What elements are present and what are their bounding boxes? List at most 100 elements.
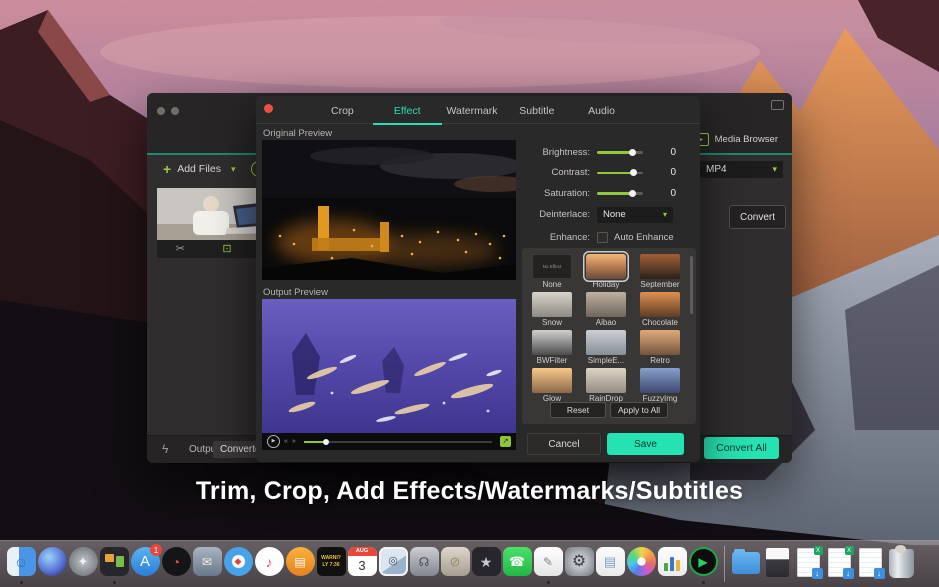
deinterlace-select[interactable]: None ▾ [597, 207, 673, 223]
downloads-folder-icon[interactable] [731, 543, 761, 585]
apply-to-all-button[interactable]: Apply to All [610, 402, 668, 418]
slider-thumb[interactable] [630, 169, 637, 176]
disk-utility-icon[interactable]: ☊ [409, 543, 439, 585]
convert-button[interactable]: Convert [729, 205, 786, 229]
effects-scrollbar[interactable] [690, 256, 693, 314]
effect-fuzzyimg[interactable]: FuzzyImg [633, 368, 687, 403]
window-controls[interactable] [157, 102, 185, 120]
tab-audio[interactable]: Audio [569, 96, 634, 124]
effect-snow[interactable]: Snow [525, 292, 579, 327]
effect-september[interactable]: September [633, 254, 687, 289]
textedit-icon[interactable]: ✎ [533, 543, 563, 585]
dock: ☺✦A1◔✉◆♪▤WARNI?LY 7:36AUG3◎☊⊘★☎✎⚙▤▶↓X↓X↓ [0, 540, 939, 587]
effect-thumbnail[interactable]: No Effect [532, 254, 572, 279]
effect-thumbnail[interactable] [532, 368, 572, 393]
mission-control-icon[interactable] [99, 543, 129, 585]
effect-thumbnail[interactable] [640, 330, 680, 355]
no-image-icon[interactable]: ⊘ [440, 543, 470, 585]
effect-glow[interactable]: Glow [525, 368, 579, 403]
siri-icon[interactable] [37, 543, 67, 585]
step-forward-icon[interactable]: » [292, 438, 296, 445]
effect-thumbnail[interactable] [586, 292, 626, 317]
spreadsheet-doc-1-icon[interactable]: ↓X [793, 543, 823, 585]
slider-value: 0 [670, 167, 696, 178]
image-capture-icon[interactable]: ◎ [378, 543, 408, 585]
effect-holiday[interactable]: Holiday [579, 254, 633, 289]
dashboard-icon[interactable]: ◔ [161, 543, 191, 585]
effect-label: BWFilter [525, 357, 579, 365]
slider[interactable] [597, 192, 643, 195]
effect-thumbnail[interactable] [640, 368, 680, 393]
effects-grid: No Effect NoneHolidaySeptember SnowAibaoCh… [525, 254, 687, 403]
warning-clock-icon[interactable]: WARNI?LY 7:36 [316, 543, 346, 585]
effect-aibao[interactable]: Aibao [579, 292, 633, 327]
tab-watermark[interactable]: Watermark [440, 96, 505, 124]
slider-row: Brightness:0 [524, 142, 696, 163]
effect-thumbnail[interactable] [532, 292, 572, 317]
window-control-dot[interactable] [157, 107, 165, 115]
play-button[interactable]: ▶ [267, 435, 280, 448]
slider-thumb[interactable] [629, 190, 636, 197]
auto-enhance-checkbox[interactable] [597, 232, 608, 243]
launchpad-icon[interactable]: ✦ [68, 543, 98, 585]
tab-effect[interactable]: Effect [375, 96, 440, 124]
document-stack-icon[interactable] [762, 543, 792, 585]
effect-raindrop[interactable]: RainDrop [579, 368, 633, 403]
imovie-icon[interactable]: ★ [471, 543, 501, 585]
effect-thumbnail[interactable] [586, 254, 626, 279]
itunes-icon[interactable]: ♪ [254, 543, 284, 585]
photos-icon[interactable] [626, 543, 656, 585]
add-files-button[interactable]: + Add Files ▾ [163, 162, 236, 176]
marketing-caption: Trim, Crop, Add Effects/Watermarks/Subti… [0, 477, 939, 506]
media-browser-button[interactable]: ▶ Media Browser [693, 133, 778, 146]
chart-app-icon[interactable] [657, 543, 687, 585]
effect-thumbnail[interactable] [640, 254, 680, 279]
crop-icon[interactable]: ⊡ [222, 244, 231, 255]
system-preferences-icon[interactable]: ⚙ [564, 543, 594, 585]
safari-icon[interactable]: ◆ [223, 543, 253, 585]
facetime-icon[interactable]: ☎ [502, 543, 532, 585]
effect-simplee[interactable]: SimpleE... [579, 330, 633, 365]
output-preview-label: Output Preview [263, 287, 328, 298]
effect-retro[interactable]: Retro [633, 330, 687, 365]
installer-doc-icon[interactable]: ▤ [595, 543, 625, 585]
lightning-icon[interactable]: ϟ [162, 442, 168, 456]
trim-scissors-icon[interactable]: ✂ [176, 244, 185, 255]
effect-thumbnail[interactable] [586, 368, 626, 393]
trash-icon[interactable] [886, 543, 916, 585]
mail-stamp-icon[interactable]: ✉ [192, 543, 222, 585]
seek-thumb[interactable] [323, 439, 329, 445]
spreadsheet-doc-2-icon[interactable]: ↓X [824, 543, 854, 585]
effect-label: None [525, 281, 579, 289]
ibooks-icon[interactable]: ▤ [285, 543, 315, 585]
slider-thumb[interactable] [629, 149, 636, 156]
convert-all-button[interactable]: Convert All [704, 437, 779, 459]
finder-icon[interactable]: ☺ [6, 543, 36, 585]
effect-thumbnail[interactable] [532, 330, 572, 355]
effect-thumbnail[interactable] [586, 330, 626, 355]
reset-button[interactable]: Reset [550, 402, 606, 418]
effect-bwfilter[interactable]: BWFilter [525, 330, 579, 365]
tab-crop[interactable]: Crop [310, 96, 375, 124]
video-converter-icon[interactable]: ▶ [688, 543, 718, 585]
app-store-icon[interactable]: A1 [130, 543, 160, 585]
calendar-icon[interactable]: AUG3 [347, 543, 377, 585]
fullscreen-icon[interactable]: ↗ [500, 436, 511, 447]
slider[interactable] [597, 172, 643, 175]
slider[interactable] [597, 151, 643, 154]
spreadsheet-doc-3-icon[interactable]: ↓ [855, 543, 885, 585]
effect-none[interactable]: No Effect None [525, 254, 579, 289]
output-format-select[interactable]: MP4 ▾ [700, 161, 783, 178]
cancel-button[interactable]: Cancel [527, 433, 601, 455]
close-button[interactable] [264, 104, 273, 113]
step-back-icon[interactable]: « [284, 438, 288, 445]
save-button[interactable]: Save [607, 433, 684, 455]
window-corner-icon[interactable] [771, 100, 784, 110]
chevron-down-icon[interactable]: ▾ [231, 164, 236, 175]
effect-chocolate[interactable]: Chocolate [633, 292, 687, 327]
window-control-dot[interactable] [171, 107, 179, 115]
effect-thumbnail[interactable] [640, 292, 680, 317]
chevron-down-icon: ▾ [772, 164, 777, 175]
seek-slider[interactable] [304, 441, 492, 443]
tab-subtitle[interactable]: Subtitle [504, 96, 569, 124]
